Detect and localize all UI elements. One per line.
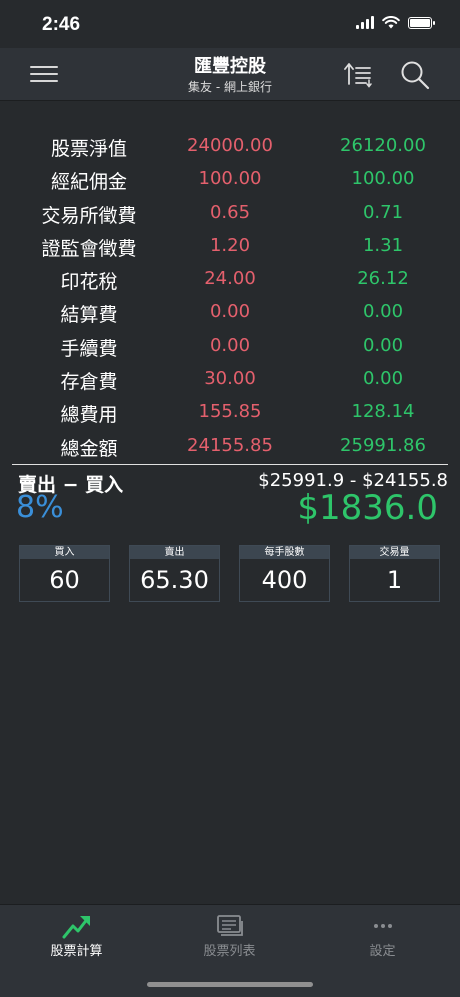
row-label: 印花稅 <box>60 271 118 294</box>
buy-value: 24155.85 <box>187 434 273 456</box>
input-value[interactable]: 1 <box>350 559 439 601</box>
fee-row-commission: 經紀佣金 100.00 100.00 <box>0 163 460 196</box>
input-label: 每手股數 <box>240 546 329 559</box>
input-value[interactable]: 60 <box>20 559 109 601</box>
sell-value: 0.00 <box>362 301 404 323</box>
input-value[interactable]: 400 <box>240 559 329 601</box>
profit-amount: $1836.0 <box>297 488 438 528</box>
status-bar: 2:46 <box>0 0 460 48</box>
row-label: 手續費 <box>60 337 118 360</box>
battery-icon <box>408 16 435 29</box>
fee-row-net-value: 股票淨值 24000.00 26120.00 <box>0 130 460 163</box>
tab-label: 股票計算 <box>50 944 103 959</box>
lot-size-input[interactable]: 每手股數 400 <box>239 545 330 602</box>
input-label: 賣出 <box>130 546 219 559</box>
wifi-icon <box>382 16 400 29</box>
signal-icon <box>356 16 374 29</box>
buy-value: 100.00 <box>198 168 262 190</box>
buy-value: 30.00 <box>204 368 256 390</box>
tab-label: 股票列表 <box>203 944 256 959</box>
fee-table: 股票淨值 24000.00 26120.00 經紀佣金 100.00 100.0… <box>0 130 460 463</box>
fee-row-exchange-levy: 交易所徵費 0.65 0.71 <box>0 197 460 230</box>
sell-price-input[interactable]: 賣出 65.30 <box>129 545 220 602</box>
input-value[interactable]: 65.30 <box>130 559 219 601</box>
row-label: 存倉費 <box>60 371 118 394</box>
sell-value: 128.14 <box>351 401 415 423</box>
buy-value: 24000.00 <box>187 135 273 156</box>
sell-value: 0.00 <box>362 368 404 390</box>
sell-value: 100.00 <box>351 168 415 190</box>
fee-row-sfc-levy: 證監會徵費 1.20 1.31 <box>0 230 460 263</box>
sort-icon <box>344 63 372 88</box>
fee-row-handling: 手續費 0.00 0.00 <box>0 330 460 363</box>
row-label: 總費用 <box>60 404 118 427</box>
row-label: 股票淨值 <box>50 138 127 160</box>
sort-button[interactable] <box>344 60 374 88</box>
buy-value: 1.20 <box>209 234 251 256</box>
row-label: 結算費 <box>60 304 118 327</box>
fee-row-total-fees: 總費用 155.85 128.14 <box>0 396 460 429</box>
summary-divider <box>12 464 448 465</box>
input-label: 買入 <box>20 546 109 559</box>
sell-value: 26.12 <box>357 268 409 290</box>
more-dots-icon <box>373 924 392 928</box>
buy-value: 0.65 <box>209 201 251 223</box>
page-title: 匯豐控股 <box>194 56 266 77</box>
list-card-icon <box>216 915 243 936</box>
page-subtitle: 集友 - 網上銀行 <box>188 80 272 94</box>
buy-value: 0.00 <box>209 301 251 323</box>
row-label: 交易所徵費 <box>41 204 137 227</box>
sell-value: 0.71 <box>362 201 404 223</box>
input-label: 交易量 <box>350 546 439 559</box>
row-label: 證監會徵費 <box>41 237 137 260</box>
row-label: 總金額 <box>60 437 118 460</box>
buy-value: 155.85 <box>198 401 262 423</box>
tab-stock-list[interactable]: 股票列表 <box>153 905 306 965</box>
row-label: 經紀佣金 <box>50 171 127 194</box>
status-time: 2:46 <box>42 14 81 35</box>
status-icons <box>356 16 435 29</box>
tab-label: 設定 <box>369 944 396 959</box>
sell-value: 1.31 <box>362 234 404 256</box>
fee-row-custody: 存倉費 30.00 0.00 <box>0 363 460 396</box>
sell-value: 25991.86 <box>340 434 426 456</box>
search-icon <box>401 61 430 90</box>
search-button[interactable] <box>400 60 430 90</box>
profit-percent: 8% <box>16 490 64 525</box>
tab-settings[interactable]: 設定 <box>306 905 459 965</box>
trend-up-icon <box>62 916 90 939</box>
fee-row-settlement: 結算費 0.00 0.00 <box>0 296 460 329</box>
fee-row-stamp-duty: 印花稅 24.00 26.12 <box>0 263 460 296</box>
nav-bar: 匯豐控股 集友 - 網上銀行 <box>0 48 460 101</box>
tab-stock-calc[interactable]: 股票計算 <box>0 905 153 965</box>
home-indicator[interactable] <box>147 982 313 987</box>
buy-price-input[interactable]: 買入 60 <box>19 545 110 602</box>
buy-value: 24.00 <box>204 268 256 290</box>
fee-row-total-amount: 總金額 24155.85 25991.86 <box>0 430 460 463</box>
sell-value: 0.00 <box>362 334 404 356</box>
sell-value: 26120.00 <box>340 135 426 156</box>
quantity-input[interactable]: 交易量 1 <box>349 545 440 602</box>
buy-value: 0.00 <box>209 334 251 356</box>
